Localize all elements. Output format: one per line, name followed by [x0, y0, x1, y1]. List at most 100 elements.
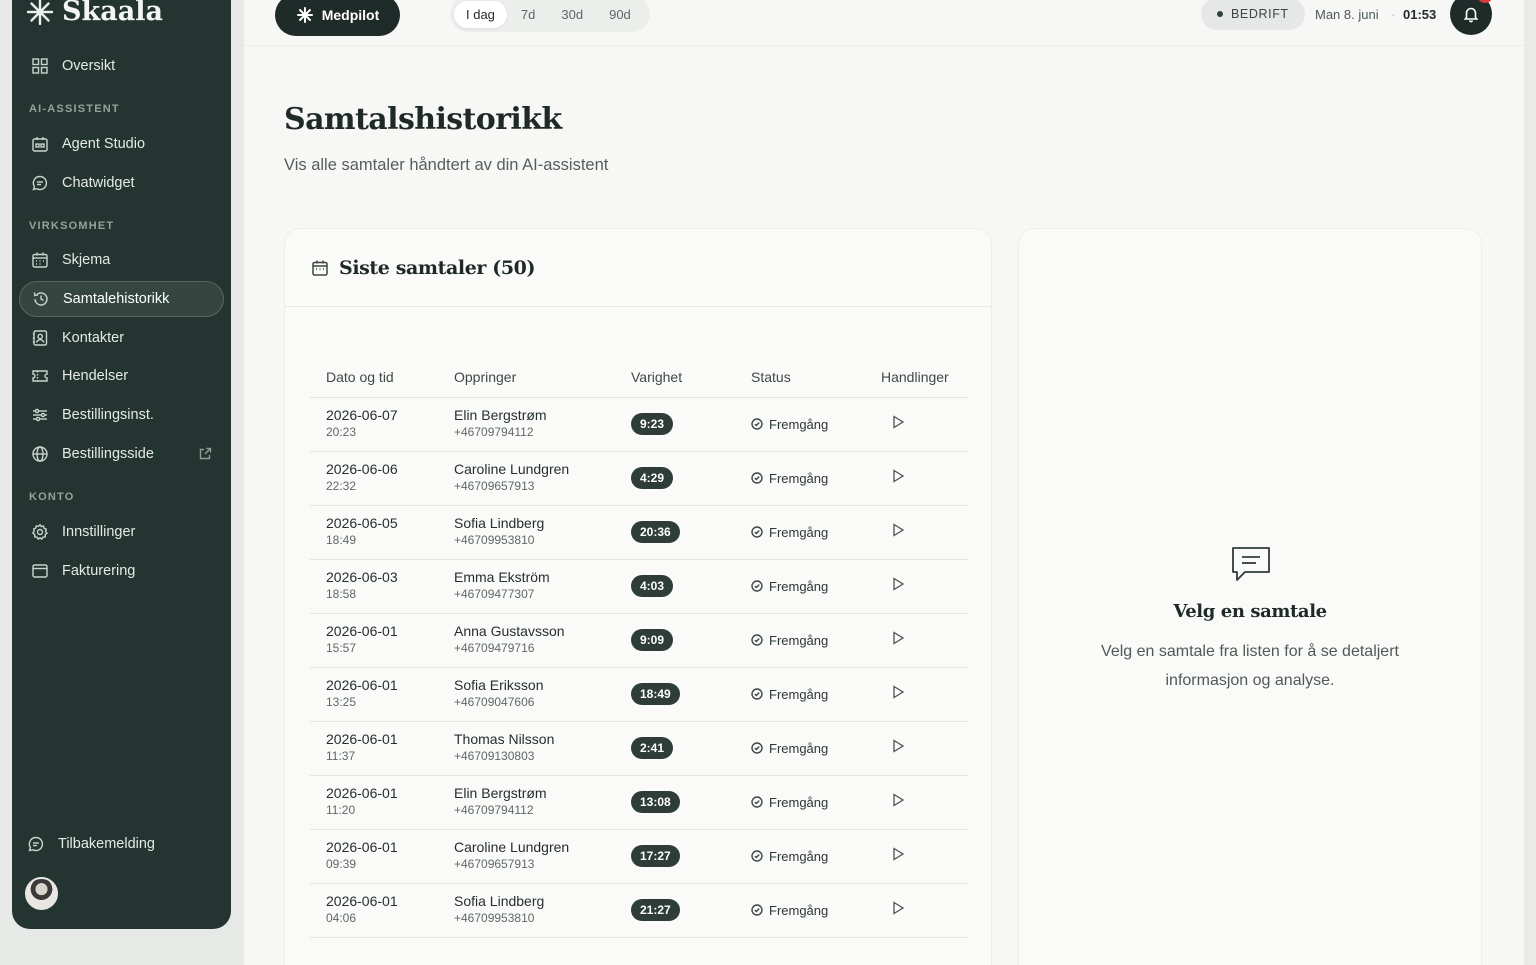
call-date: 2026-06-07 [326, 407, 398, 423]
cell-caller: Sofia Lindberg +46709953810 [438, 883, 615, 938]
caller-phone: +46709477307 [454, 587, 535, 601]
duration-badge: 9:23 [631, 413, 674, 435]
table-row[interactable]: 2026-06-01 09:39 Caroline Lundgren +4670965… [310, 829, 968, 884]
range-90d[interactable]: 90d [597, 1, 643, 28]
feedback-button[interactable]: Tilbakemelding [15, 826, 220, 862]
status-badge: Fremgång [751, 687, 865, 702]
sliders-icon [33, 408, 47, 422]
table-row[interactable]: 2026-06-01 11:20 Elin Bergstrøm +4670979411… [310, 775, 968, 830]
caller-phone: +46709794112 [454, 425, 534, 439]
column-header-duration[interactable]: Varighet [615, 357, 735, 398]
mode-badge[interactable]: BEDRIFT [1201, 0, 1305, 30]
page-subtitle: Vis alle samtaler håndtert av din AI-ass… [284, 156, 609, 174]
card-title: Siste samtaler (50) [339, 256, 536, 279]
status-badge: Fremgång [751, 903, 865, 918]
column-header-actions: Handlinger [865, 357, 968, 398]
column-header-caller[interactable]: Oppringer [438, 357, 615, 398]
sparkle-icon [296, 7, 313, 23]
notifications-button[interactable]: 2 [1450, 0, 1493, 35]
cell-duration: 9:09 [615, 613, 735, 668]
table-row[interactable]: 2026-06-06 22:32 Caroline Lundgren +4670965… [310, 451, 968, 506]
sidebar-item-history[interactable]: Samtalehistorikk [19, 281, 224, 317]
sidebar-item-label: Innstillinger [62, 524, 136, 540]
table-row[interactable]: 2026-06-01 11:37 Thomas Nilsson +4670913080… [310, 721, 968, 776]
call-date: 2026-06-01 [326, 677, 398, 693]
cell-datetime: 2026-06-01 15:57 [310, 613, 438, 668]
cell-datetime: 2026-06-01 04:06 [310, 883, 438, 938]
play-icon[interactable] [891, 522, 905, 537]
table-row[interactable]: 2026-06-01 15:57 Anna Gustavsson +467094797… [310, 613, 968, 668]
caller-phone: +46709047606 [454, 695, 535, 709]
sidebar-item-booking-page[interactable]: Bestillingsside [19, 436, 224, 472]
duration-badge: 21:27 [631, 899, 680, 921]
sidebar-item-schedule[interactable]: Skjema [19, 242, 224, 278]
medpilot-button[interactable]: Medpilot [275, 0, 400, 36]
cell-actions [865, 505, 968, 560]
table-row[interactable]: 2026-06-05 18:49 Sofia Lindberg +4670995381… [310, 505, 968, 560]
sidebar-item-settings[interactable]: Innstillinger [19, 514, 224, 550]
conversation-detail-card: Velg en samtale Velg en samtale fra list… [1018, 228, 1482, 965]
sidebar-item-overview[interactable]: Oversikt [19, 48, 224, 84]
cell-status: Fremgång [735, 559, 865, 614]
sidebar-item-booking-settings[interactable]: Bestillingsinst. [19, 397, 224, 433]
user-avatar[interactable] [25, 877, 58, 910]
play-icon[interactable] [891, 900, 905, 915]
play-icon[interactable] [891, 684, 905, 699]
cell-actions [865, 559, 968, 614]
sidebar-item-billing[interactable]: Fakturering [19, 553, 224, 589]
section-label-business: VIRKSOMHET [29, 220, 115, 232]
sidebar-item-events[interactable]: Hendelser [19, 358, 224, 394]
caller-name: Sofia Lindberg [454, 515, 545, 531]
cell-status: Fremgång [735, 613, 865, 668]
cell-duration: 18:49 [615, 667, 735, 722]
play-icon[interactable] [891, 576, 905, 591]
table-row[interactable]: 2026-06-07 20:23 Elin Bergstrøm +4670979411… [310, 397, 968, 452]
caller-phone: +46709794112 [454, 803, 534, 817]
table-row[interactable]: 2026-06-01 13:25 Sofia Eriksson +4670904760… [310, 667, 968, 722]
duration-badge: 2:41 [631, 737, 674, 759]
cell-actions [865, 451, 968, 506]
cell-status: Fremgång [735, 829, 865, 884]
empty-state-title: Velg en samtale [1173, 601, 1327, 622]
table-row[interactable]: 2026-06-01 04:06 Sofia Lindberg +4670995381… [310, 883, 968, 938]
play-icon[interactable] [891, 468, 905, 483]
call-time: 18:49 [326, 533, 357, 547]
sidebar-item-contacts[interactable]: Kontakter [19, 320, 224, 356]
sidebar-item-label: Oversikt [62, 58, 116, 74]
play-icon[interactable] [891, 738, 905, 753]
table-row[interactable]: 2026-06-03 18:58 Emma Ekström +46709477307 4… [310, 559, 968, 614]
status-badge: Fremgång [751, 579, 865, 594]
check-circle-icon [751, 904, 763, 916]
history-icon [33, 292, 48, 306]
sidebar-item-label: Skjema [62, 252, 111, 268]
duration-badge: 17:27 [631, 845, 680, 867]
sidebar-item-agent-studio[interactable]: Agent Studio [19, 126, 224, 162]
app-logo[interactable]: Skaala [26, 0, 163, 27]
range-30d[interactable]: 30d [549, 1, 595, 28]
duration-badge: 9:09 [631, 629, 674, 651]
play-icon[interactable] [891, 792, 905, 807]
play-icon[interactable] [891, 414, 905, 429]
check-circle-icon [751, 526, 763, 538]
cell-datetime: 2026-06-01 11:37 [310, 721, 438, 776]
time-range-toggle: I dag 7d 30d 90d [450, 0, 650, 32]
sidebar-item-label: Bestillingsside [62, 446, 154, 462]
status-badge: Fremgång [751, 417, 865, 432]
status-badge: Fremgång [751, 525, 865, 540]
play-icon[interactable] [891, 630, 905, 645]
play-icon[interactable] [891, 846, 905, 861]
range-7d[interactable]: 7d [509, 1, 547, 28]
cell-datetime: 2026-06-01 11:20 [310, 775, 438, 830]
caller-phone: +46709479716 [454, 641, 535, 655]
main-content: Medpilot I dag 7d 30d 90d BEDRIFT Man 8.… [244, 0, 1524, 965]
column-header-status[interactable]: Status [735, 357, 865, 398]
sidebar-item-chatwidget[interactable]: Chatwidget [19, 165, 224, 201]
external-link-icon [199, 447, 212, 460]
cell-actions [865, 397, 968, 452]
caller-name: Sofia Lindberg [454, 893, 545, 909]
cell-actions [865, 667, 968, 722]
call-date: 2026-06-05 [326, 515, 398, 531]
column-header-date[interactable]: Dato og tid [310, 357, 438, 398]
top-bar: Medpilot I dag 7d 30d 90d BEDRIFT Man 8.… [244, 0, 1524, 46]
range-today[interactable]: I dag [454, 0, 507, 28]
